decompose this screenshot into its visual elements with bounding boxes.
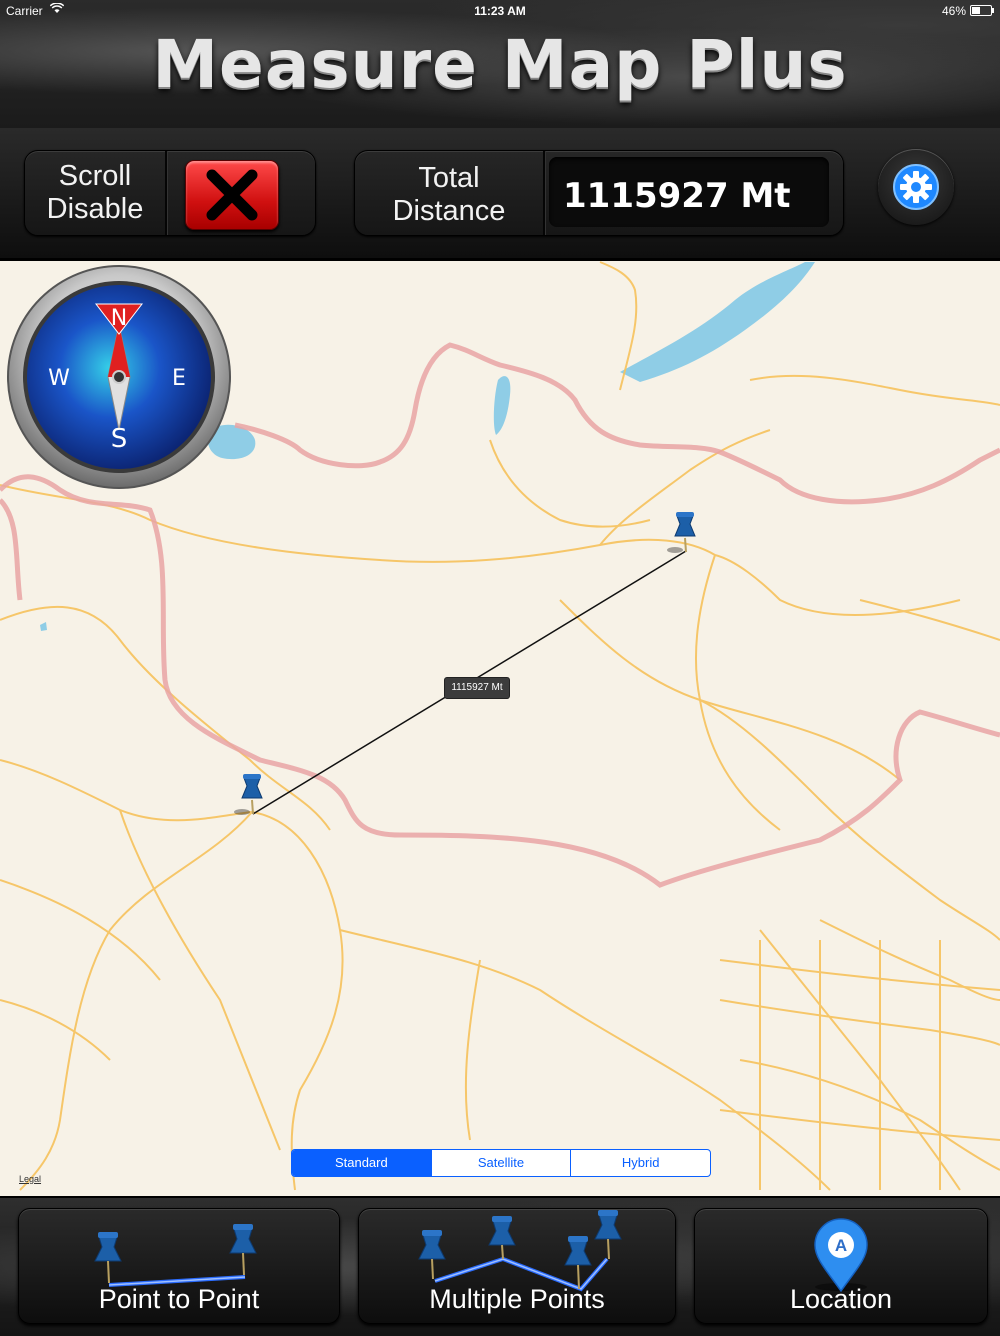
scroll-disable-panel: Scroll Disable — [24, 150, 316, 236]
total-distance-display: 1115927 Mt — [549, 157, 829, 227]
total-distance-value: 1115927 Mt — [563, 176, 791, 216]
total-distance-panel: Total Distance 1115927 Mt — [354, 150, 844, 236]
legal-link[interactable]: Legal — [19, 1174, 41, 1184]
panel-divider — [165, 151, 167, 235]
end-pin-icon[interactable] — [665, 510, 701, 556]
map-type-standard[interactable]: Standard — [292, 1150, 431, 1176]
gear-icon — [893, 164, 939, 210]
point-to-point-label: Point to Point — [98, 1284, 260, 1314]
settings-button[interactable] — [878, 149, 954, 225]
multiple-points-button[interactable]: Multiple Points — [358, 1208, 676, 1324]
compass-north-label: N — [111, 306, 127, 331]
map-type-segmented-control: Standard Satellite Hybrid — [291, 1149, 711, 1177]
segment-distance-label: 1115927 Mt — [444, 677, 510, 699]
toolbar: Scroll Disable Total Distance 1115927 Mt — [0, 128, 1000, 261]
battery-icon — [970, 5, 994, 16]
map-type-hybrid[interactable]: Hybrid — [570, 1150, 710, 1176]
location-button[interactable]: A Location — [694, 1208, 988, 1324]
status-bar: Carrier 11:23 AM 46% — [0, 0, 1000, 22]
compass-widget: N E S W — [7, 265, 231, 489]
panel-divider — [543, 151, 545, 235]
battery-percentage: 46% — [941, 4, 966, 18]
map-type-satellite[interactable]: Satellite — [430, 1150, 571, 1176]
point-to-point-button[interactable]: Point to Point — [18, 1208, 340, 1324]
scroll-disable-label: Scroll Disable — [46, 160, 144, 225]
compass-east-label: E — [172, 366, 186, 391]
scroll-disable-toggle-button[interactable] — [185, 160, 279, 230]
bottom-toolbar: Point to Point Multiple Points A Locatio… — [0, 1196, 1000, 1336]
start-pin-icon[interactable] — [232, 772, 268, 818]
app-title: Measure Map Plus — [152, 26, 848, 103]
location-pin-letter: A — [835, 1236, 847, 1255]
close-x-icon — [206, 169, 258, 221]
multiple-points-label: Multiple Points — [429, 1284, 605, 1314]
location-label: Location — [789, 1284, 893, 1314]
total-distance-label: Total Distance — [392, 162, 506, 227]
compass-west-label: W — [48, 366, 70, 391]
status-time: 11:23 AM — [474, 4, 526, 18]
compass-south-label: S — [111, 424, 128, 454]
